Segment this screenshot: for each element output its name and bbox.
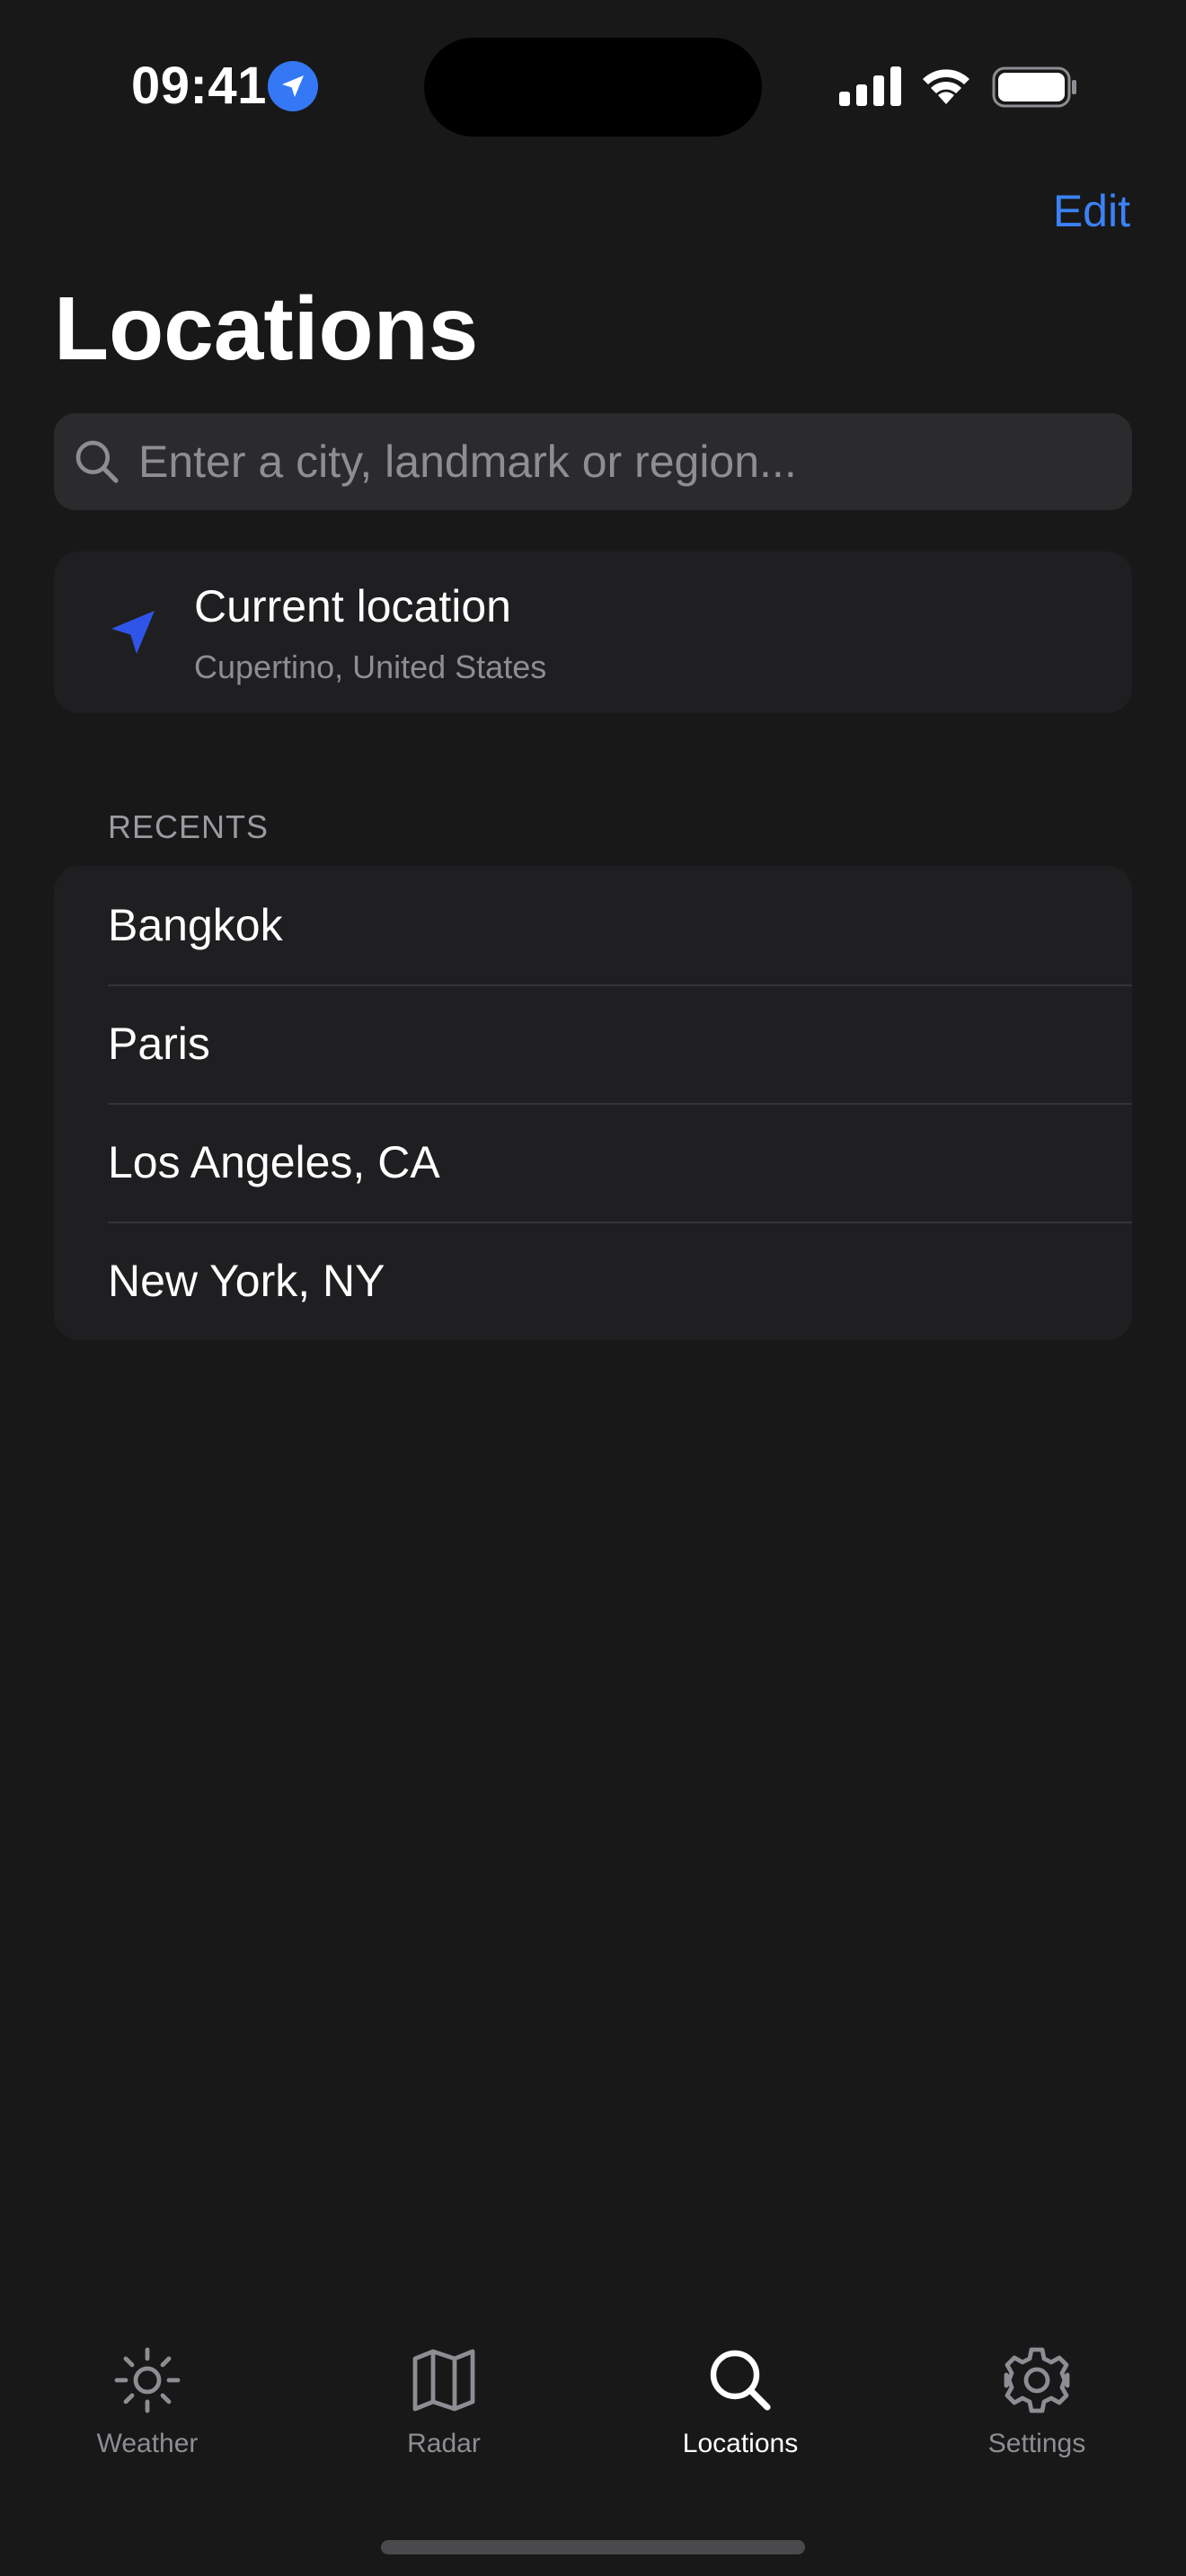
tab-settings[interactable]: Settings (929, 2344, 1145, 2459)
search-input[interactable] (137, 435, 1132, 489)
sun-icon (114, 2347, 181, 2413)
recent-item-paris[interactable]: Paris (54, 984, 1132, 1103)
status-time: 09:41 (131, 57, 267, 115)
tab-radar[interactable]: Radar (336, 2344, 552, 2459)
recent-item-bangkok[interactable]: Bangkok (54, 866, 1132, 984)
recent-item-los-angeles[interactable]: Los Angeles, CA (54, 1103, 1132, 1222)
home-indicator[interactable] (381, 2540, 805, 2554)
search-field[interactable] (54, 413, 1132, 510)
cellular-signal-icon (839, 66, 902, 110)
tab-label: Radar (407, 2429, 481, 2458)
current-location-subtitle: Cupertino, United States (194, 648, 547, 685)
tab-label: Weather (96, 2429, 199, 2458)
wifi-icon (918, 65, 974, 110)
search-icon (710, 2350, 771, 2411)
page-title: Locations (54, 278, 479, 379)
current-location-row[interactable]: Current location Cupertino, United State… (54, 551, 1132, 713)
map-icon (412, 2349, 475, 2412)
recents-list: Bangkok Paris Los Angeles, CA New York, … (54, 866, 1132, 1340)
dynamic-island (424, 38, 762, 137)
location-arrow-icon (111, 611, 155, 654)
gear-icon (1004, 2347, 1070, 2413)
status-bar: 09:41 (0, 0, 1186, 171)
tab-bar: Weather Radar Locations Settings (0, 2344, 1186, 2506)
recent-item-new-york[interactable]: New York, NY (54, 1222, 1132, 1340)
tab-locations[interactable]: Locations (633, 2344, 848, 2459)
search-icon (75, 440, 119, 483)
recents-header: RECENTS (108, 808, 270, 845)
tab-label: Locations (682, 2429, 799, 2458)
edit-button[interactable]: Edit (1053, 185, 1130, 237)
location-services-icon (268, 61, 318, 111)
battery-icon (992, 66, 1078, 112)
current-location-title: Current location (194, 581, 511, 631)
tab-weather[interactable]: Weather (40, 2344, 255, 2459)
tab-label: Settings (987, 2429, 1086, 2458)
